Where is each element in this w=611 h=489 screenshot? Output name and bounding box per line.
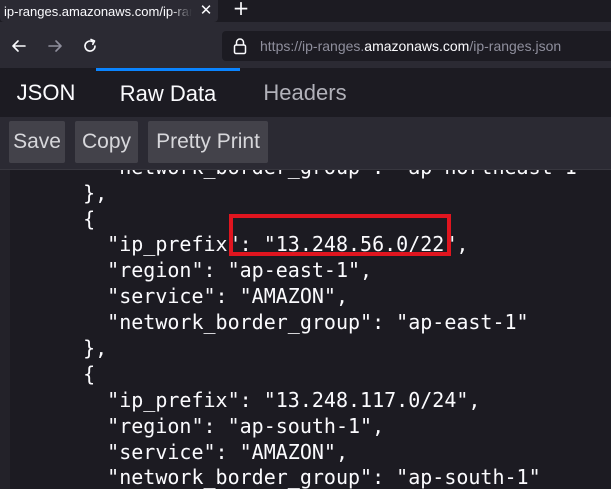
back-arrow-icon[interactable] [8,35,30,57]
raw-data-toolbar: Save Copy Pretty Print [0,117,611,170]
code-line: "ip_prefix": "13.248.117.0/24", [59,388,481,412]
raw-json-content[interactable]: "network_border_group": "ap-northeast-1"… [0,170,611,489]
url-prefix: https://ip-ranges. [260,38,365,54]
browser-tabstrip: ip-ranges.amazonaws.com/ip-ranges.json ✕… [0,0,611,22]
tab-title: ip-ranges.amazonaws.com/ip-ranges.json [4,3,192,19]
forward-arrow-icon[interactable] [44,35,66,57]
save-button[interactable]: Save [9,121,65,163]
url-suffix: /ip-ranges.json [469,38,562,54]
code-line: "network_border_group": "ap-south-1" [59,465,541,489]
tab-json[interactable]: JSON [0,68,92,117]
url-bar[interactable]: https://ip-ranges.amazonaws.com/ip-range… [222,31,611,61]
code-line: { [59,207,96,231]
browser-tab[interactable]: ip-ranges.amazonaws.com/ip-ranges.json ✕ [0,0,218,22]
navigation-bar: https://ip-ranges.amazonaws.com/ip-range… [0,22,611,68]
url-host: amazonaws.com [364,38,470,54]
code-gutter [0,170,10,489]
viewer-tabs: JSON Raw Data Headers [0,68,611,117]
code-line: }, [59,181,108,205]
highlight-box [229,214,451,256]
code-line: "service": "AMAZON", [59,440,348,464]
pretty-print-button[interactable]: Pretty Print [148,121,268,163]
tab-raw-data[interactable]: Raw Data [96,68,240,117]
code-line: }, [59,336,108,360]
lock-icon[interactable] [232,37,248,55]
url-text: https://ip-ranges.amazonaws.com/ip-range… [260,38,561,54]
code-line: { [59,362,96,386]
code-line: "region": "ap-east-1", [59,258,373,282]
plus-icon[interactable]: + [231,0,251,20]
code-line: "network_border_group": "ap-northeast-1" [59,170,589,180]
close-icon[interactable]: ✕ [197,1,215,19]
tab-headers[interactable]: Headers [246,68,364,117]
code-line: "service": "AMAZON", [59,284,348,308]
reload-icon[interactable] [79,35,101,57]
copy-button[interactable]: Copy [75,121,138,163]
code-line: "network_border_group": "ap-east-1" [59,310,529,334]
code-line: "region": "ap-south-1", [59,414,385,438]
